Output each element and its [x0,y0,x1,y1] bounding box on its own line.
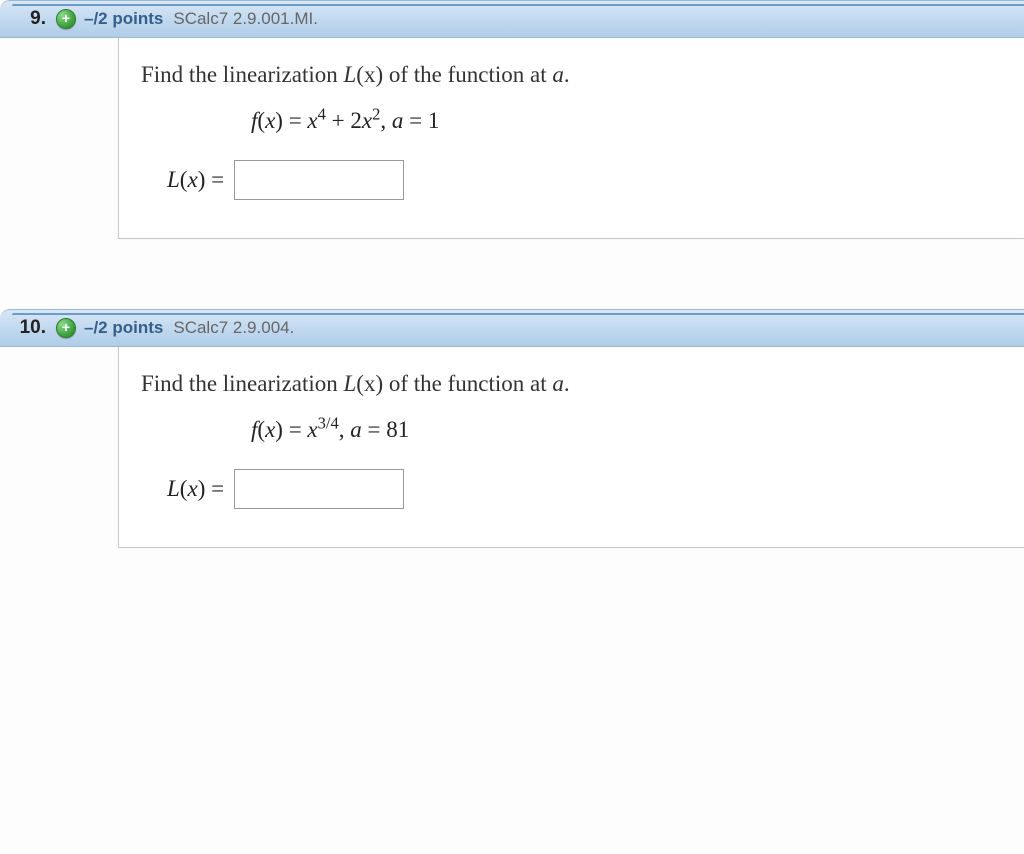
question-number: 10. [0,317,56,339]
answer-row: L(x) = [167,469,1024,509]
answer-input[interactable] [234,469,404,509]
question-prompt: Find the linearization L(x) of the funct… [141,62,1024,88]
answer-label: L(x) = [167,476,224,502]
question-body: Find the linearization L(x) of the funct… [118,347,1024,548]
equation-display: f(x) = x3/4, a = 81 [251,417,1024,443]
question-body: Find the linearization L(x) of the funct… [118,38,1024,239]
question-prompt: Find the linearization L(x) of the funct… [141,371,1024,397]
answer-row: L(x) = [167,160,1024,200]
question-header: 9. + –/2 points SCalc7 2.9.001.MI. [0,0,1024,38]
problem-reference: SCalc7 2.9.004. [173,318,294,338]
equation-display: f(x) = x4 + 2x2, a = 1 [251,108,1024,134]
question-number: 9. [0,8,56,30]
answer-input[interactable] [234,160,404,200]
question-block: 10. + –/2 points SCalc7 2.9.004. Find th… [0,309,1024,548]
question-header: 10. + –/2 points SCalc7 2.9.004. [0,309,1024,347]
plus-icon[interactable]: + [56,318,76,338]
points-label: –/2 points [84,9,163,29]
plus-icon[interactable]: + [56,9,76,29]
answer-label: L(x) = [167,167,224,193]
problem-reference: SCalc7 2.9.001.MI. [173,9,318,29]
points-label: –/2 points [84,318,163,338]
question-block: 9. + –/2 points SCalc7 2.9.001.MI. Find … [0,0,1024,239]
